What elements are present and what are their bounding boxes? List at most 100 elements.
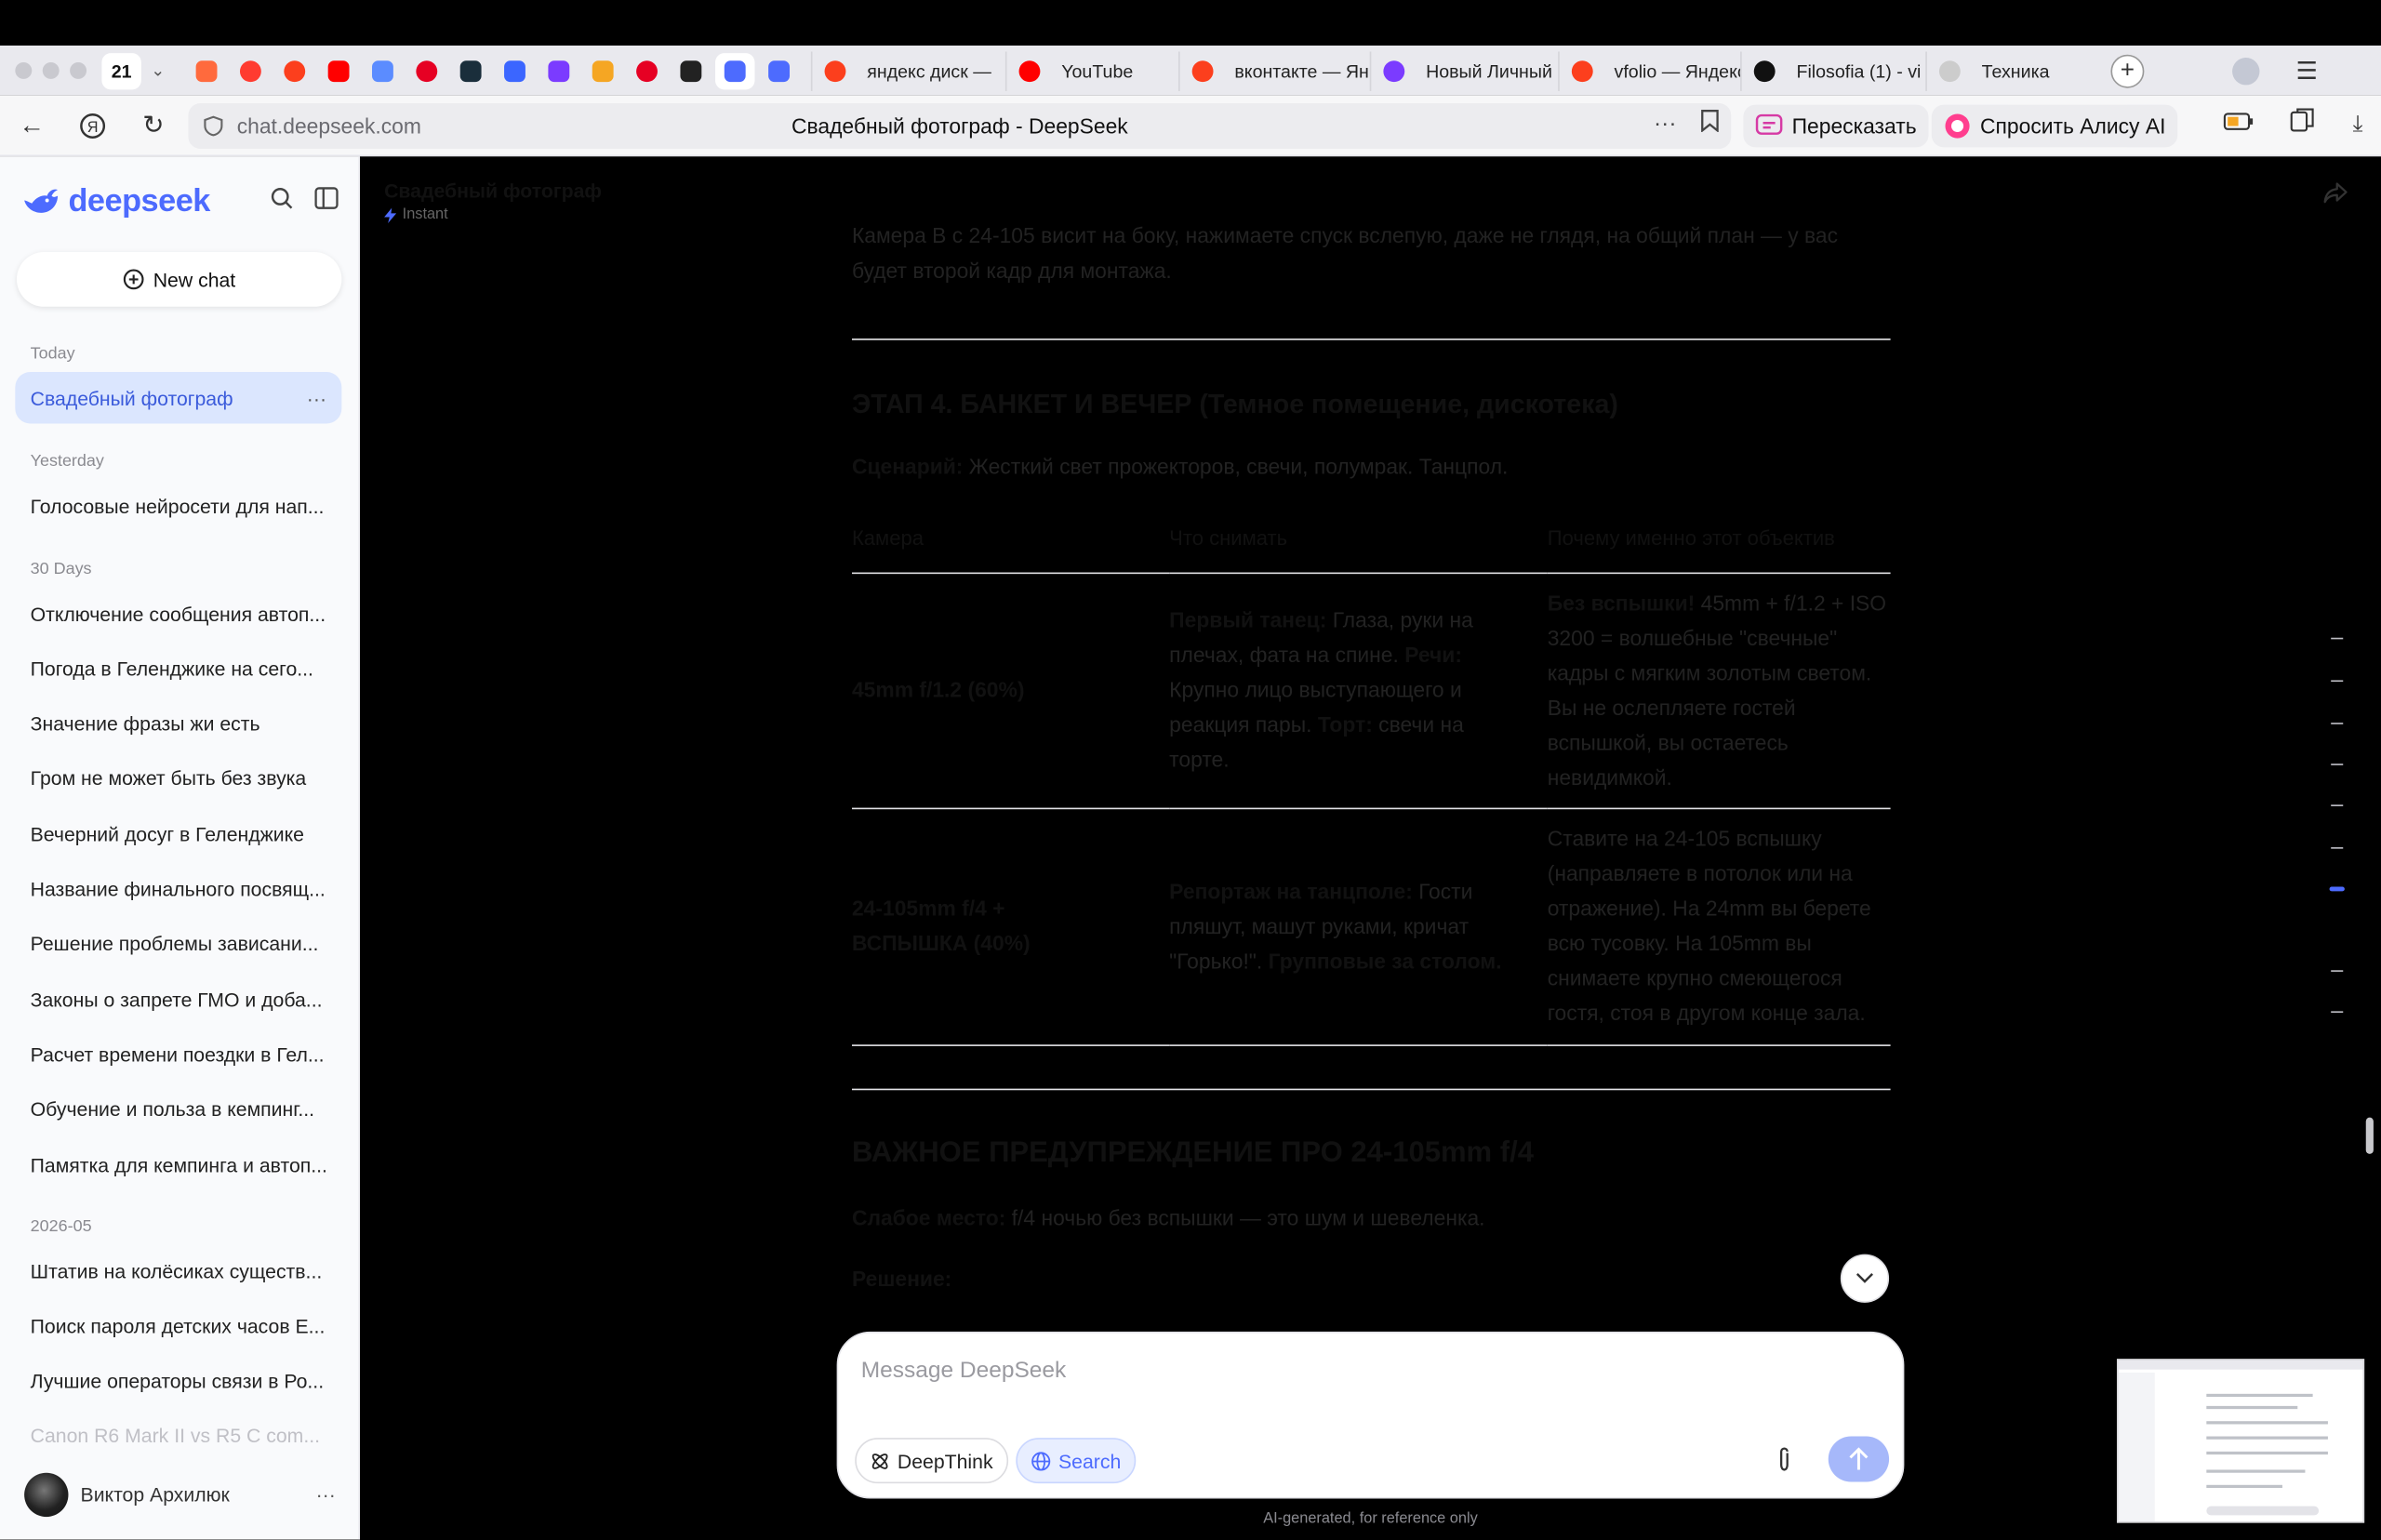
chat-item[interactable]: Погода в Геленджике на сего... bbox=[15, 643, 341, 695]
svg-text:Я: Я bbox=[87, 119, 99, 136]
chat-title: Свадебный фотограф bbox=[384, 179, 602, 203]
minimize-window-button[interactable] bbox=[42, 61, 60, 79]
chat-item[interactable]: Обучение и польза в кемпинг... bbox=[15, 1083, 341, 1135]
chat-item[interactable]: Лучшие операторы связи в Ро... bbox=[15, 1355, 341, 1407]
screenshot-thumbnail[interactable] bbox=[2116, 1359, 2365, 1523]
ask-alice-label: Спросить Алису AI bbox=[1980, 113, 2166, 139]
browser-tab[interactable]: Техника bbox=[1925, 50, 2101, 91]
navigator-mark[interactable] bbox=[2331, 637, 2344, 640]
navigator-mark[interactable] bbox=[2331, 763, 2344, 765]
chat-item[interactable]: Голосовые нейросети для нап... bbox=[15, 480, 341, 532]
chat-item-title: Поиск пароля детских часов Е... bbox=[30, 1314, 326, 1338]
chat-item[interactable]: Отключение сообщения автоп... bbox=[15, 588, 341, 640]
retell-button[interactable]: Пересказать bbox=[1743, 104, 1929, 148]
tab-favicon-icon bbox=[1753, 60, 1776, 82]
collections-icon[interactable] bbox=[2291, 108, 2317, 139]
url-bar[interactable]: chat.deepseek.com Свадебный фотограф - D… bbox=[188, 103, 1732, 150]
deepthink-button[interactable]: DeepThink bbox=[855, 1438, 1008, 1484]
chat-item[interactable]: Вечерний досуг в Геленджике bbox=[15, 808, 341, 860]
coins-icon[interactable] bbox=[583, 52, 622, 88]
brand-name: deepseek bbox=[68, 183, 210, 219]
browser-tab[interactable]: яндекс диск — bbox=[810, 50, 1005, 91]
more-dots-icon[interactable]: ··· bbox=[1654, 111, 1676, 137]
tab-title: яндекс диск — bbox=[867, 60, 991, 82]
close-window-button[interactable] bbox=[15, 61, 33, 79]
scrollbar-thumb[interactable] bbox=[2365, 1117, 2374, 1154]
message-input[interactable]: Message DeepSeek bbox=[861, 1358, 1067, 1384]
message-composer[interactable]: Message DeepSeek DeepThink Search bbox=[836, 1331, 1905, 1499]
chat-bubble-icon[interactable] bbox=[539, 52, 579, 88]
sidebar-toggle-icon[interactable] bbox=[314, 187, 339, 216]
navigator-mark[interactable] bbox=[2331, 970, 2344, 972]
vimeo-icon[interactable] bbox=[451, 52, 490, 88]
chat-item[interactable]: Расчет времени поездки в Гел... bbox=[15, 1029, 341, 1081]
window-controls[interactable] bbox=[15, 61, 87, 79]
pinterest-icon[interactable] bbox=[407, 52, 446, 88]
browser-tab[interactable]: YouTube bbox=[1004, 50, 1178, 91]
navigator-mark[interactable] bbox=[2331, 804, 2344, 806]
navigator-mark[interactable] bbox=[2331, 680, 2344, 683]
menu-icon[interactable]: ☰ bbox=[2296, 56, 2318, 86]
profile-avatar[interactable] bbox=[2232, 57, 2260, 85]
yandex-browser-icon[interactable]: Я bbox=[76, 110, 110, 143]
navigator-mark[interactable] bbox=[2331, 1011, 2344, 1014]
new-tab-button[interactable]: + bbox=[2110, 53, 2145, 87]
browser-tab[interactable]: Новый Личный bbox=[1369, 50, 1558, 91]
new-chat-button[interactable]: New chat bbox=[16, 252, 342, 307]
more-dots-icon[interactable]: ··· bbox=[316, 1482, 336, 1505]
scroll-down-button[interactable] bbox=[1840, 1254, 1890, 1303]
pinterest-icon[interactable] bbox=[627, 52, 666, 88]
deepseek-logo[interactable]: deepseek bbox=[21, 184, 210, 220]
maps-pin-icon[interactable] bbox=[231, 52, 270, 88]
share-icon[interactable] bbox=[2323, 182, 2348, 211]
gear-icon[interactable] bbox=[672, 52, 711, 88]
alice-icon bbox=[1945, 113, 1970, 139]
chat-item[interactable]: Canon R6 Mark II vs R5 C com... bbox=[15, 1411, 341, 1463]
chat-item[interactable]: Значение фразы жи есть bbox=[15, 697, 341, 750]
chat-item[interactable]: Название финального посвящ... bbox=[15, 863, 341, 915]
back-arrow-icon[interactable]: ← bbox=[15, 110, 48, 143]
navigator-mark[interactable] bbox=[2331, 847, 2344, 849]
ask-alice-button[interactable]: Спросить Алису AI bbox=[1931, 104, 2178, 148]
reload-icon[interactable]: ↻ bbox=[137, 110, 170, 143]
paperclip-icon[interactable] bbox=[1776, 1447, 1794, 1480]
search-label: Search bbox=[1057, 1449, 1122, 1472]
weak-point-paragraph: Слабое место: f/4 ночью без вспышки — эт… bbox=[852, 1201, 1485, 1236]
chat-item[interactable]: Законы о запрете ГМО и доба... bbox=[15, 974, 341, 1026]
at-icon[interactable] bbox=[759, 52, 798, 88]
apps-icon[interactable] bbox=[363, 52, 402, 88]
bookmark-icon[interactable] bbox=[1701, 110, 1720, 139]
wing-icon[interactable] bbox=[495, 52, 534, 88]
chat-item[interactable]: Поиск пароля детских часов Е... bbox=[15, 1300, 341, 1352]
chevron-down-icon[interactable]: ⌄ bbox=[141, 52, 175, 88]
chat-item[interactable]: Штатив на колёсиках существ... bbox=[15, 1245, 341, 1297]
chat-item-active[interactable]: Свадебный фотограф ··· bbox=[15, 372, 342, 424]
search-icon[interactable] bbox=[271, 187, 293, 216]
globe-icon bbox=[1031, 1451, 1051, 1470]
chat-mode: Instant bbox=[384, 206, 602, 223]
user-profile[interactable]: Виктор Архилюк ··· bbox=[24, 1471, 336, 1517]
tab-count-badge[interactable]: 21 bbox=[101, 52, 141, 89]
zoom-window-button[interactable] bbox=[70, 61, 87, 79]
chat-item[interactable]: Решение проблемы зависани... bbox=[15, 918, 341, 970]
youtube-icon[interactable] bbox=[319, 52, 358, 88]
browser-tab[interactable]: Filosofia (1) - vi bbox=[1740, 50, 1925, 91]
deepseek-icon[interactable] bbox=[715, 52, 755, 89]
navigator-mark-active[interactable] bbox=[2329, 886, 2345, 892]
browser-tab[interactable]: вконтакте — Ян bbox=[1177, 50, 1370, 91]
battery-icon[interactable] bbox=[2224, 110, 2255, 136]
yandex-icon[interactable] bbox=[275, 52, 314, 88]
deepthink-label: DeepThink bbox=[897, 1449, 993, 1472]
send-button[interactable] bbox=[1828, 1436, 1890, 1482]
chat-item[interactable]: Памятка для кемпинга и автоп... bbox=[15, 1139, 341, 1191]
scenario-label: Сценарий: bbox=[851, 454, 964, 479]
solution-label: Решение: bbox=[851, 1266, 952, 1291]
more-dots-icon[interactable]: ··· bbox=[307, 387, 326, 409]
navigator-mark[interactable] bbox=[2331, 723, 2344, 724]
browser-tab[interactable]: vfolio — Яндекс bbox=[1558, 50, 1740, 91]
chat-item[interactable]: Гром не может быть без звука bbox=[15, 753, 341, 805]
search-toggle-button[interactable]: Search bbox=[1016, 1438, 1137, 1484]
download-icon[interactable]: ⤓ bbox=[2353, 110, 2363, 136]
cross-logo-icon[interactable] bbox=[187, 52, 226, 88]
url-text[interactable]: chat.deepseek.com bbox=[237, 113, 421, 138]
